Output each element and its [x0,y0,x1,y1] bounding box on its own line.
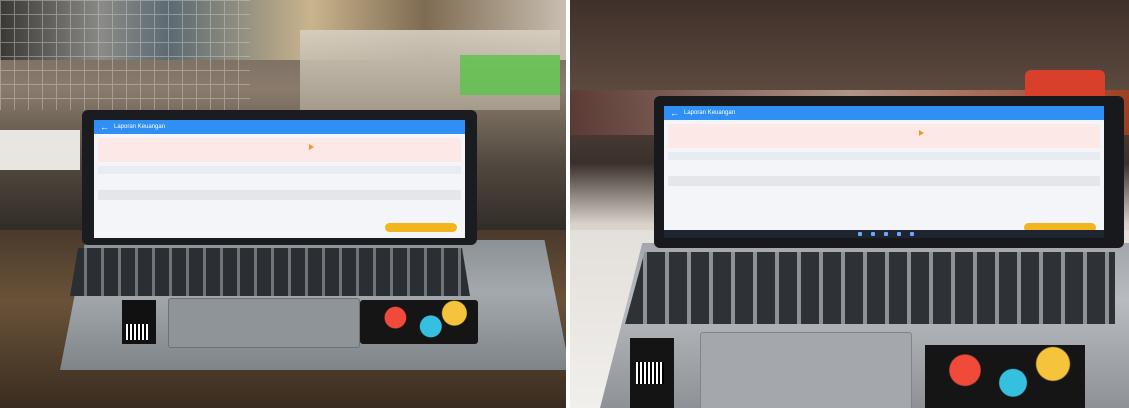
qr-code-icon [636,362,664,384]
play-icon[interactable] [308,144,314,150]
laptop-keyboard [625,252,1115,324]
app-header: ← Laporan Keuangan [94,120,465,134]
page-title: Laporan Keuangan [684,110,736,116]
table-header [668,176,1100,186]
page-title: Laporan Keuangan [114,124,166,130]
summary-card [668,124,1100,148]
arrow-left-icon[interactable]: ← [100,121,109,133]
taskbar-app-icon[interactable] [870,232,875,236]
taskbar-app-icon[interactable] [897,232,902,236]
taskbar-app-icon[interactable] [884,232,888,236]
laptop-keyboard [70,248,470,296]
arrow-left-icon[interactable]: ← [670,107,679,119]
laptop-touchpad [700,332,912,408]
table-header [98,190,461,200]
wire-grid [0,0,250,110]
paper-sheet [0,130,80,170]
date-range-row[interactable] [668,163,1100,173]
taskbar [664,230,1104,238]
play-icon[interactable] [918,130,924,136]
photo-left: ← Laporan Keuangan [0,0,566,408]
laptop-screen: ← Laporan Keuangan [664,106,1104,238]
taskbar-app-icon[interactable] [910,232,915,236]
filter-row[interactable] [668,152,1100,160]
taskbar-app-icon[interactable] [857,232,862,236]
action-button[interactable] [385,223,457,232]
date-range-row[interactable] [98,177,461,187]
filter-row[interactable] [98,166,461,174]
laptop-lid: ← Laporan Keuangan [82,110,477,245]
qr-code-icon [126,324,148,340]
laptop-lid: ← Laporan Keuangan [654,96,1124,248]
photo-right: ← Laporan Keuangan [570,0,1129,408]
summary-card [98,138,461,162]
table-body [668,188,1100,218]
green-panel [460,55,560,95]
graffiti-sticker [925,345,1085,408]
laptop-screen: ← Laporan Keuangan [94,120,465,238]
app-header: ← Laporan Keuangan [664,106,1104,120]
graffiti-sticker [360,300,478,344]
laptop-touchpad [168,298,360,348]
